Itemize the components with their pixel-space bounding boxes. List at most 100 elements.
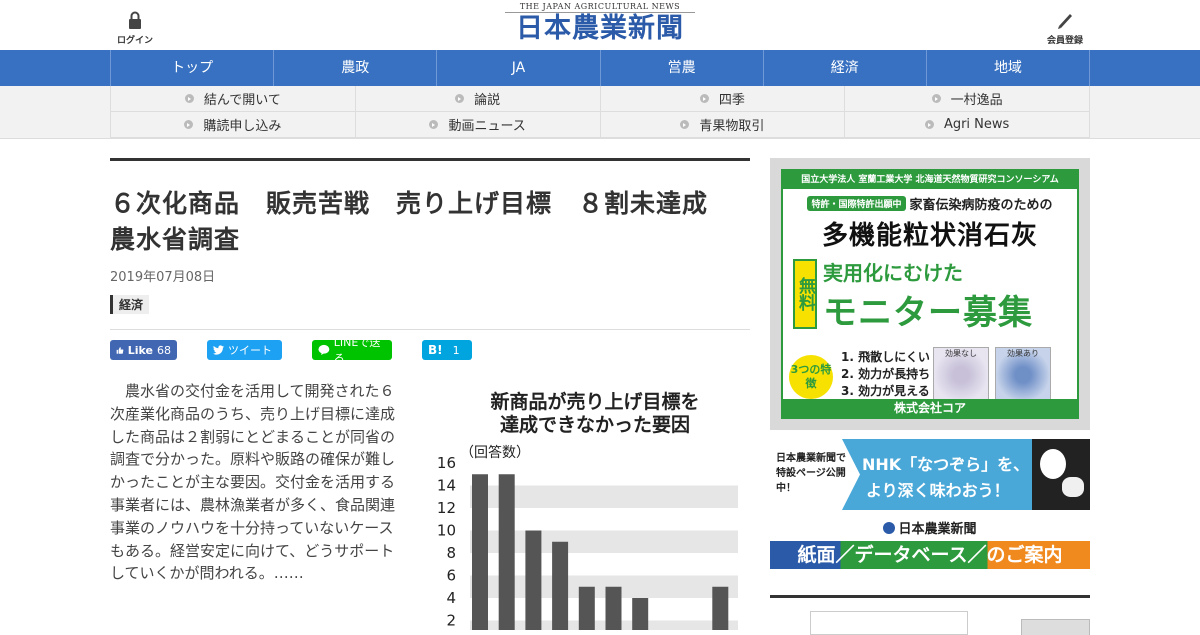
- nav-item-economy[interactable]: 経済: [764, 50, 927, 86]
- ad-lime-company: 株式会社コア: [783, 399, 1077, 417]
- register-button[interactable]: 会員登録: [1035, 10, 1095, 46]
- lock-icon: [129, 11, 141, 29]
- chart-y-tick-label: 8: [446, 544, 456, 562]
- facebook-like-button[interactable]: Like 68: [110, 340, 177, 360]
- sidebar-rule: [770, 595, 1090, 598]
- arrow-circle-icon: [429, 120, 439, 129]
- chart-bar: [632, 598, 649, 630]
- sidebar-search-button[interactable]: [1021, 619, 1090, 635]
- arrow-circle-icon: [680, 120, 690, 129]
- line-share-button[interactable]: LINEで送る: [312, 336, 392, 365]
- share-buttons: Like 68 ツイート LINEで送る B! 1: [110, 336, 750, 365]
- arrow-circle-icon: [699, 94, 709, 103]
- chart-bar: [552, 541, 569, 630]
- subnav-item[interactable]: 論説: [355, 86, 601, 112]
- subnav-label: 青果物取引: [699, 119, 765, 134]
- article-header: ６次化商品 販売苦戦 売り上げ目標 ８割未達成 農水省調査 2019年07月08…: [110, 158, 750, 365]
- ad-lime-main: 多機能粒状消石灰: [821, 221, 1038, 251]
- nav-item-top[interactable]: トップ: [111, 50, 275, 86]
- hatena-count: 1: [452, 343, 460, 357]
- nav-item-farming[interactable]: 営農: [601, 50, 764, 86]
- category-tag[interactable]: 経済: [110, 295, 150, 314]
- ad-natsuzora-cow-image: [1032, 439, 1090, 510]
- chart-bar: [498, 474, 515, 630]
- nav-item-ja[interactable]: JA: [437, 50, 601, 86]
- ad-natsuzora-text2: より深く味わおう！: [866, 481, 1010, 500]
- thumbs-up-icon: [116, 346, 124, 354]
- ad-banner-natsuzora[interactable]: 日本農業新聞で特設ページ公開中！ NHK「なつぞら」を、 より深く味わおう！: [770, 439, 1090, 510]
- arrow-circle-icon: [184, 94, 194, 103]
- article-date: 2019年07月08日: [110, 270, 216, 285]
- tweet-label: ツイート: [228, 344, 272, 357]
- chart-y-tick-label: 2: [446, 612, 456, 630]
- subnav-item[interactable]: 購読申し込み: [111, 112, 356, 138]
- ad-lime-photo-no-effect: 効果なし: [933, 347, 989, 403]
- subnav-item[interactable]: 四季: [600, 86, 846, 112]
- nav-item-policy[interactable]: 農政: [274, 50, 438, 86]
- photo-label: 効果なし: [945, 349, 977, 358]
- site-logo[interactable]: THE JAPAN AGRICULTURAL NEWS 日本農業新聞: [505, 2, 695, 48]
- arrow-circle-icon: [455, 94, 465, 103]
- subnav-label: 一村逸品: [950, 93, 1003, 108]
- chart-y-tick-label: 10: [437, 522, 456, 540]
- logo-english: THE JAPAN AGRICULTURAL NEWS: [505, 2, 695, 13]
- chart-y-tick-label: 4: [446, 589, 456, 607]
- main-nav: トップ 農政 JA 営農 経済 地域: [0, 50, 1200, 86]
- ad-database-brand-text: 日本農業新聞: [898, 522, 977, 537]
- ad-natsuzora-text1: NHK「なつぞら」を、: [862, 455, 1030, 474]
- ad-lime-free-badge: 無料: [793, 259, 817, 329]
- pen-icon: [1058, 14, 1072, 29]
- ad-lime-features-badge: 3つの特徴: [789, 355, 833, 399]
- nav-item-region[interactable]: 地域: [927, 50, 1091, 86]
- hatena-b-icon: B!: [428, 343, 443, 357]
- ad-lime-line1: 実用化にむけた: [823, 261, 963, 285]
- subnav-item[interactable]: 動画ニュース: [355, 112, 601, 138]
- register-label: 会員登録: [1046, 36, 1083, 46]
- logo-japanese: 日本農業新聞: [516, 13, 684, 44]
- subnav-item[interactable]: 一村逸品: [845, 86, 1090, 112]
- subnav-item[interactable]: 青果物取引: [600, 112, 846, 138]
- ad-lime-feature: 2. 効力が長持ち: [841, 367, 931, 381]
- subnav-label: 動画ニュース: [448, 119, 526, 134]
- sidebar-search-input[interactable]: [810, 611, 968, 635]
- login-label: ログイン: [116, 36, 153, 46]
- subnav-label: 結んで開いて: [203, 93, 281, 108]
- chart-y-tick-label: 6: [446, 567, 456, 585]
- line-icon: [318, 344, 330, 355]
- ad-banner-database[interactable]: 日本農業新聞 紙面／データベース／のご案内: [770, 519, 1090, 571]
- subnav-label: 購読申し込み: [203, 119, 282, 134]
- subnav-label: 論説: [474, 93, 501, 108]
- chart-bar: [578, 586, 595, 630]
- chart-y-tick-label: 16: [437, 454, 456, 472]
- ad-lime-feature: 3. 効力が見える: [841, 384, 930, 398]
- like-count: 68: [157, 343, 171, 357]
- chart-y-tick-label: 14: [437, 477, 456, 495]
- arrow-circle-icon: [931, 94, 941, 103]
- arrow-circle-icon: [184, 120, 194, 129]
- divider: [110, 329, 750, 330]
- login-button[interactable]: ログイン: [105, 10, 165, 46]
- ad-natsuzora-left-text: 日本農業新聞で特設ページ公開中！: [776, 453, 846, 494]
- ad-lime-photo-effect: 効果あり: [995, 347, 1051, 403]
- ad-banner-lime[interactable]: 国立大学法人 室蘭工業大学 北海道天然物質研究コンソーシアム 特許・国際特許出願…: [770, 158, 1090, 430]
- tweet-button[interactable]: ツイート: [207, 340, 282, 360]
- subnav-item[interactable]: 結んで開いて: [111, 86, 356, 112]
- ad-lime-sub: 家畜伝染病防疫のための: [909, 198, 1053, 213]
- ad-lime-patent-tag: 特許・国際特許出願中: [807, 196, 906, 211]
- hatena-bookmark-button[interactable]: B! 1: [422, 340, 472, 360]
- chart-title-line1: 新商品が売り上げ目標を: [490, 390, 699, 413]
- chart-y-tick-label: 12: [437, 499, 456, 517]
- like-label: Like: [127, 343, 153, 357]
- subnav-item[interactable]: Agri News: [845, 112, 1090, 138]
- globe-icon: [883, 522, 896, 534]
- chart-bar: [605, 586, 622, 630]
- bar-chart: 新商品が売り上げ目標を 達成できなかった要因 （回答数） 02468101214…: [437, 390, 738, 630]
- sub-nav: 結んで開いて 論説 四季 一村逸品 購読申し込み 動画ニュース 青果物取引 Ag…: [0, 86, 1200, 139]
- article-body: 農水省の交付金を活用して開発された６次産業化商品のうち、売り上げ目標に達成した商…: [110, 382, 396, 583]
- line-label: LINEで送る: [333, 336, 381, 365]
- photo-label: 効果あり: [1007, 349, 1039, 358]
- chart-ylabel: （回答数）: [460, 444, 530, 461]
- chart-title-line2: 達成できなかった要因: [500, 413, 690, 436]
- ad-database-brand: 日本農業新聞: [770, 519, 1090, 541]
- subnav-label: 四季: [718, 93, 745, 108]
